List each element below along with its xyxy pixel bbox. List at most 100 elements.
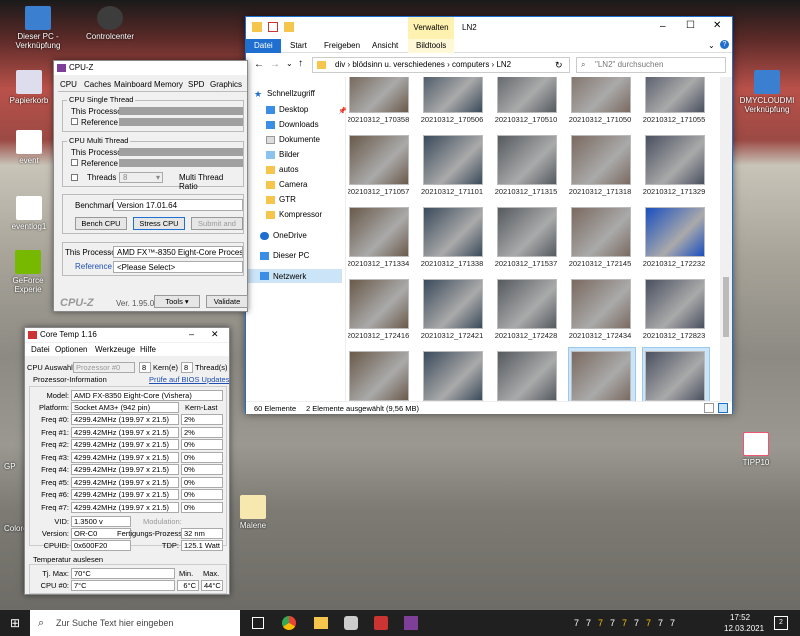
close-icon[interactable]: ✕ — [713, 20, 721, 31]
threads-select[interactable]: 8 ▾ — [119, 172, 163, 183]
desktop-icon-tipp10[interactable]: TIPP10 — [733, 432, 779, 467]
nav-autos[interactable]: autos — [266, 165, 299, 174]
menu-datei[interactable]: Datei — [31, 345, 50, 354]
manage-context-tab[interactable]: Verwalten — [408, 17, 454, 39]
file-name[interactable]: 20210312_172232 — [636, 259, 712, 268]
file-name[interactable]: 20210312_171055 — [636, 115, 712, 124]
menu-optionen[interactable]: Optionen — [55, 345, 87, 354]
file-name[interactable]: 20210312_171101 — [414, 187, 490, 196]
tab-bildtools[interactable]: Bildtools — [408, 39, 455, 53]
tools-button[interactable]: Tools ▾ — [154, 295, 200, 308]
tab-memory[interactable]: Memory — [154, 80, 183, 89]
windows-start-icon[interactable]: ⊞ — [10, 617, 22, 629]
file-name[interactable]: 20210312_170358 — [348, 115, 416, 124]
image-thumbnail[interactable] — [349, 77, 409, 113]
nav-bilder[interactable]: Bilder — [266, 150, 299, 159]
tray-temp-icon[interactable]: 7 — [610, 618, 615, 628]
clock-time[interactable]: 17:52 — [730, 613, 750, 622]
checkbox[interactable] — [71, 159, 78, 166]
nav-kompressor[interactable]: Kompressor — [266, 210, 322, 219]
image-thumbnail[interactable] — [497, 135, 557, 185]
nav-downloads[interactable]: Downloads — [266, 120, 319, 129]
image-thumbnail[interactable] — [571, 279, 631, 329]
chrome-icon[interactable] — [282, 616, 296, 630]
image-thumbnail[interactable] — [571, 77, 631, 113]
menu-hilfe[interactable]: Hilfe — [140, 345, 156, 354]
image-thumbnail[interactable] — [497, 77, 557, 113]
image-thumbnail[interactable] — [497, 279, 557, 329]
file-name[interactable]: 20210312_171315 — [488, 187, 564, 196]
nav-camera[interactable]: Camera — [266, 180, 307, 189]
tray-temp-icon[interactable]: 7 — [574, 618, 579, 628]
tab-datei[interactable]: Datei — [246, 39, 281, 53]
minimize-icon[interactable]: – — [189, 329, 194, 339]
desktop-icon-geforce[interactable]: GeForce Experie — [2, 250, 54, 294]
close-icon[interactable]: ✕ — [211, 329, 219, 340]
nav-onedrive[interactable]: OneDrive — [260, 231, 307, 240]
image-thumbnail[interactable] — [497, 351, 557, 401]
image-thumbnail[interactable] — [349, 135, 409, 185]
app-icon[interactable] — [344, 616, 358, 630]
threads-checkbox[interactable] — [71, 174, 78, 181]
file-name[interactable]: 20210312_171318 — [562, 187, 638, 196]
tab-ansicht[interactable]: Ansicht — [364, 39, 406, 53]
back-arrow-icon[interactable]: ← — [254, 59, 264, 70]
file-name[interactable]: 20210312_172428 — [488, 331, 564, 340]
maximize-icon[interactable]: ☐ — [686, 20, 695, 31]
image-thumbnail[interactable] — [423, 77, 483, 113]
up-arrow-icon[interactable]: ↑ — [298, 58, 303, 69]
address-bar[interactable]: div › blödsinn u. verschiedenes › comput… — [312, 57, 570, 73]
validate-button[interactable]: Validate — [206, 295, 248, 308]
tray-temp-icon[interactable]: 7 — [670, 618, 675, 628]
tab-graphics[interactable]: Graphics — [210, 80, 242, 89]
menu-werkzeuge[interactable]: Werkzeuge — [95, 345, 135, 354]
minimize-icon[interactable]: – — [660, 21, 666, 32]
details-view-icon[interactable] — [704, 403, 714, 413]
file-name[interactable]: 20210312_171050 — [562, 115, 638, 124]
nav-gtr[interactable]: GTR — [266, 195, 296, 204]
taskbar-search[interactable]: ⌕ Zur Suche Text hier eingeben — [30, 610, 240, 636]
scrollbar[interactable] — [720, 77, 732, 403]
file-name[interactable]: 20210312_172416 — [348, 331, 416, 340]
desktop-icon-event[interactable]: event — [6, 130, 52, 165]
image-thumbnail[interactable] — [423, 351, 483, 401]
search-input[interactable]: ⌕ "LN2" durchsuchen — [576, 57, 726, 73]
tray-temp-icon[interactable]: 7 — [622, 618, 627, 628]
cpuz-taskbar-icon[interactable] — [404, 616, 418, 630]
image-thumbnail[interactable] — [423, 135, 483, 185]
image-thumbnail[interactable] — [645, 279, 705, 329]
tray-temp-icon[interactable]: 7 — [586, 618, 591, 628]
nav-desktop[interactable]: Desktop — [266, 105, 308, 114]
new-folder-icon[interactable] — [284, 22, 294, 32]
refresh-icon[interactable]: ↻ — [555, 58, 563, 72]
nav-schnellzugriff[interactable]: ★ Schnellzugriff — [254, 89, 315, 98]
help-icon[interactable]: ? — [720, 40, 729, 49]
file-name[interactable]: 20210312_172823 — [636, 331, 712, 340]
scrollbar-thumb[interactable] — [723, 277, 729, 337]
processor-select[interactable]: Prozessor #0 — [73, 362, 135, 373]
bench-cpu-button[interactable]: Bench CPU — [75, 217, 127, 230]
file-name[interactable]: 20210312_171537 — [488, 259, 564, 268]
tray-temp-icon[interactable]: 7 — [658, 618, 663, 628]
tray-temp-icon[interactable]: 7 — [646, 618, 651, 628]
recent-chevron-icon[interactable]: ⌄ — [286, 59, 293, 68]
image-thumbnail[interactable] — [645, 351, 705, 401]
desktop-icon-gp[interactable]: GP — [4, 462, 26, 471]
file-name[interactable]: 20210312_170506 — [414, 115, 490, 124]
tab-caches[interactable]: Caches — [84, 80, 111, 89]
chevron-down-icon[interactable]: ⌄ — [708, 41, 715, 50]
nav-netzwerk[interactable]: Netzwerk — [246, 269, 342, 283]
checkbox[interactable] — [71, 118, 78, 125]
clock-date[interactable]: 12.03.2021 — [724, 624, 764, 633]
tab-spd[interactable]: SPD — [188, 80, 204, 89]
file-name[interactable]: 20210312_171338 — [414, 259, 490, 268]
reference-link[interactable]: Reference — [75, 262, 112, 271]
breadcrumb-bloedsinn[interactable]: blödsinn u. verschiedenes — [352, 60, 445, 69]
file-name[interactable]: 20210312_172421 — [414, 331, 490, 340]
file-name[interactable]: 20210312_172145 — [562, 259, 638, 268]
image-thumbnail[interactable] — [349, 351, 409, 401]
forward-arrow-icon[interactable]: → — [270, 59, 280, 70]
properties-icon[interactable] — [268, 22, 278, 32]
tab-mainboard[interactable]: Mainboard — [114, 80, 152, 89]
desktop-icon-papierkorb[interactable]: Papierkorb — [4, 70, 54, 105]
